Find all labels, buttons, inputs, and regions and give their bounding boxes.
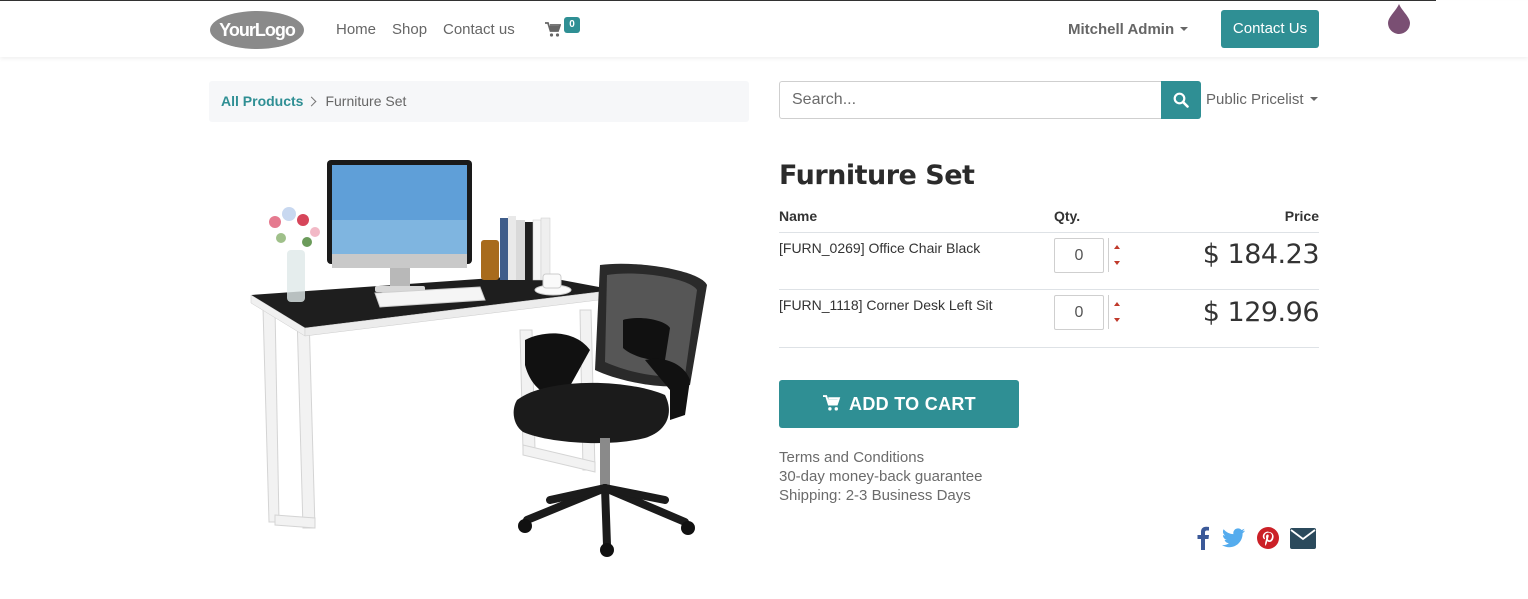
search-input[interactable] (779, 81, 1162, 119)
cart-link[interactable]: 0 (545, 17, 585, 44)
cart-count-badge: 0 (564, 17, 580, 33)
add-to-cart-label: ADD TO CART (849, 394, 976, 414)
pricelist-label: Public Pricelist (1206, 91, 1304, 108)
breadcrumb-current: Furniture Set (325, 93, 407, 109)
quantity-stepper[interactable] (1108, 295, 1124, 329)
column-header-qty: Qty. (1054, 208, 1081, 224)
nav-contact-us[interactable]: Contact us (443, 21, 515, 39)
increment-icon[interactable] (1114, 245, 1120, 249)
pricelist-dropdown[interactable]: Public Pricelist (1206, 91, 1318, 109)
nav-shop[interactable]: Shop (392, 21, 427, 39)
pinterest-icon[interactable] (1257, 527, 1279, 549)
increment-icon[interactable] (1114, 302, 1120, 306)
twitter-icon[interactable] (1222, 528, 1245, 548)
product-image (250, 160, 707, 557)
search-button[interactable] (1161, 81, 1201, 119)
user-name: Mitchell Admin (1068, 21, 1175, 38)
breadcrumb-all-products[interactable]: All Products (221, 93, 303, 109)
facebook-icon[interactable] (1196, 526, 1210, 550)
chevron-down-icon (1309, 96, 1318, 101)
column-header-price: Price (1284, 208, 1319, 224)
email-icon[interactable] (1290, 528, 1316, 549)
site-header: YourLogo Home Shop Contact us 0 Mitchell… (0, 1, 1528, 57)
guarantee-text: 30-day money-back guarantee (779, 468, 983, 485)
chevron-right-icon (307, 96, 317, 107)
cart-icon (823, 394, 841, 411)
quantity-stepper[interactable] (1108, 238, 1124, 272)
divider (779, 232, 1319, 233)
nav-home[interactable]: Home (336, 21, 376, 39)
item-price: $ 129.96 (1202, 297, 1320, 328)
shipping-text: Shipping: 2-3 Business Days (779, 487, 971, 504)
item-name: [FURN_0269] Office Chair Black (779, 240, 981, 256)
chevron-down-icon (1180, 26, 1189, 31)
decrement-icon[interactable] (1114, 261, 1120, 265)
item-price: $ 184.23 (1202, 239, 1320, 270)
quantity-input[interactable] (1054, 295, 1104, 330)
divider (779, 347, 1319, 348)
drop-icon (1388, 4, 1410, 34)
decrement-icon[interactable] (1114, 318, 1120, 322)
breadcrumb: All Products Furniture Set (209, 81, 749, 122)
search-icon (1173, 92, 1189, 108)
column-header-name: Name (779, 208, 818, 224)
user-menu[interactable]: Mitchell Admin (1068, 21, 1189, 39)
divider (779, 289, 1319, 290)
add-to-cart-button[interactable]: ADD TO CART (779, 380, 1019, 428)
quantity-input[interactable] (1054, 238, 1104, 273)
item-name: [FURN_1118] Corner Desk Left Sit (779, 297, 993, 313)
cart-icon (545, 22, 561, 37)
svg-text:YourLogo: YourLogo (219, 20, 296, 40)
terms-link[interactable]: Terms and Conditions (779, 448, 924, 467)
site-logo[interactable]: YourLogo (209, 10, 305, 50)
contact-us-button[interactable]: Contact Us (1221, 10, 1319, 48)
product-title: Furniture Set (779, 160, 975, 191)
